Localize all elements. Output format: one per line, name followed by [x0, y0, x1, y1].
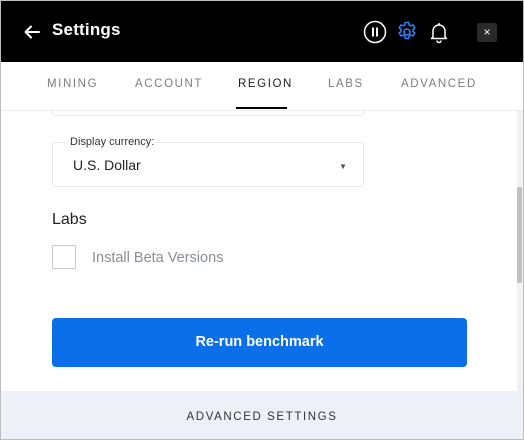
- tab-mining[interactable]: MINING: [47, 78, 98, 90]
- bell-icon[interactable]: [427, 20, 451, 44]
- advanced-settings-label: ADVANCED SETTINGS: [186, 411, 338, 423]
- gear-icon[interactable]: [395, 20, 419, 44]
- tab-account[interactable]: ACCOUNT: [135, 78, 203, 90]
- scroll-thumb[interactable]: [517, 187, 522, 283]
- advanced-settings-footer[interactable]: ADVANCED SETTINGS: [1, 391, 523, 439]
- beta-versions-checkbox[interactable]: [52, 245, 76, 269]
- rerun-benchmark-button[interactable]: Re-run benchmark: [52, 318, 467, 367]
- currency-label: Display currency:: [68, 136, 157, 148]
- region-settings-panel: Display currency: U.S. Dollar ▼ Labs Ins…: [1, 111, 517, 391]
- currency-select[interactable]: Display currency: U.S. Dollar ▼: [52, 136, 364, 187]
- chevron-down-icon: ▼: [339, 162, 347, 171]
- tab-advanced[interactable]: ADVANCED: [401, 78, 477, 90]
- previous-field: [52, 111, 364, 116]
- close-icon: ×: [483, 25, 491, 39]
- back-arrow-icon[interactable]: [23, 23, 41, 41]
- settings-window: Settings × MINING ACCOUNT REGION LABS AD…: [0, 0, 524, 440]
- settings-tabs: MINING ACCOUNT REGION LABS ADVANCED: [1, 62, 523, 111]
- pause-icon[interactable]: [363, 20, 387, 44]
- close-button[interactable]: ×: [477, 23, 497, 42]
- header-bar: Settings ×: [1, 1, 523, 62]
- beta-versions-label[interactable]: Install Beta Versions: [92, 250, 223, 266]
- currency-value: U.S. Dollar: [73, 157, 141, 173]
- labs-heading: Labs: [52, 211, 87, 228]
- tab-region[interactable]: REGION: [238, 78, 293, 90]
- page-title: Settings: [52, 20, 121, 39]
- tab-labs[interactable]: LABS: [328, 78, 364, 90]
- active-tab-indicator: [236, 107, 287, 109]
- scrollbar[interactable]: [517, 111, 523, 391]
